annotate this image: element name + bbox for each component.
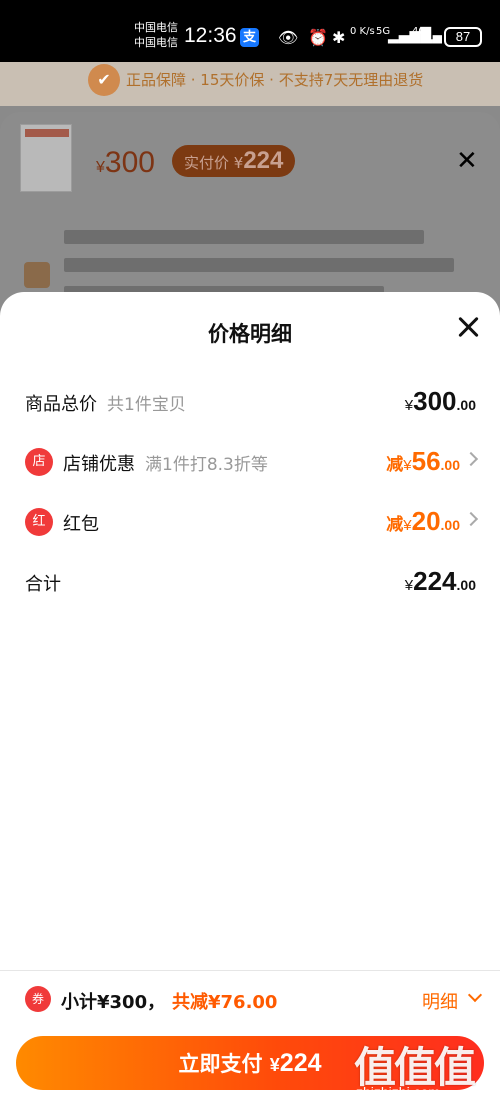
sheet-title: 价格明细 — [208, 322, 292, 346]
row-amount: ¥224.00 — [404, 566, 476, 596]
close-icon[interactable] — [455, 314, 481, 340]
alarm-icon: ⏰ — [308, 28, 328, 47]
product-thumbnail — [20, 124, 72, 192]
total-saved-text: 共减¥76.00 — [172, 992, 278, 1013]
summary-bar: 券 小计¥300， 共减¥76.00 明细 — [0, 975, 500, 1025]
watermark: 值值值 zhizhizhi.com — [354, 1034, 494, 1106]
product-price: ¥300 — [96, 146, 155, 179]
alipay-icon: 支 — [240, 28, 259, 47]
row-sublabel: 共1件宝贝 — [107, 395, 186, 415]
detail-link[interactable]: 明细 — [422, 988, 458, 1014]
carrier-2: 中国电信 — [134, 36, 178, 49]
row-label: 店铺优惠 满1件打8.3折等 — [63, 454, 268, 475]
red-packet-icon: 红 — [25, 508, 53, 536]
shield-check-icon: ✔ — [88, 64, 120, 96]
shop-icon — [24, 262, 50, 288]
eye-icon: 👁 — [278, 28, 299, 47]
subtotal-text: 小计¥300， — [61, 992, 166, 1013]
pay-value: 224 — [279, 1049, 322, 1077]
carrier-1: 中国电信 — [134, 21, 178, 34]
carrier-labels: 中国电信 中国电信 — [134, 20, 178, 50]
guarantee-banner: ✔ 正品保障 · 15天价保 · 不支持7天无理由退货 — [0, 62, 500, 106]
network-speed: 0 K/s — [350, 26, 375, 37]
paid-price-badge: 实付价 ¥224 — [172, 145, 296, 177]
pay-label: 立即支付 — [178, 1052, 263, 1076]
pay-currency: ¥ — [269, 1055, 280, 1075]
blurred-text — [64, 230, 424, 244]
shop-discount-row[interactable]: 店 店铺优惠 满1件打8.3折等 减¥56.00 — [0, 440, 500, 484]
clock: 12:36 — [184, 24, 237, 47]
red-packet-row[interactable]: 红 红包 减¥20.00 — [0, 500, 500, 544]
total-price-row: 商品总价 共1件宝贝 ¥300.00 — [0, 380, 500, 424]
row-amount: 减¥20.00 — [386, 506, 460, 536]
close-icon: ✕ — [456, 146, 478, 176]
signal-bars-icon: ▂▄▆█ — [422, 28, 442, 44]
store-icon: 店 — [25, 448, 53, 476]
row-sublabel: 满1件打8.3折等 — [145, 455, 268, 475]
grand-total-row: 合计 ¥224.00 — [0, 560, 500, 604]
row-amount: 减¥56.00 — [386, 446, 460, 476]
divider — [0, 970, 500, 971]
blurred-text — [64, 258, 454, 272]
row-label: 红包 — [63, 514, 99, 535]
chevron-down-icon[interactable] — [467, 987, 483, 1003]
guarantee-text: 正品保障 · 15天价保 · 不支持7天无理由退货 — [126, 71, 424, 89]
battery-indicator: 87 — [444, 27, 482, 47]
chevron-right-icon — [463, 511, 479, 527]
bluetooth-icon: ✱ — [332, 28, 346, 47]
chevron-right-icon — [463, 451, 479, 467]
row-label: 商品总价 共1件宝贝 — [25, 394, 186, 415]
coupon-icon: 券 — [25, 986, 51, 1012]
row-label: 合计 — [25, 574, 61, 595]
status-bar: 中国电信 中国电信 12:36 支 👁 ⏰ ✱ 0 K/s 5G ▂▄▆█ 4G… — [0, 0, 500, 62]
watermark-url: zhizhizhi.com — [356, 1084, 441, 1100]
row-amount: ¥300.00 — [404, 386, 476, 416]
